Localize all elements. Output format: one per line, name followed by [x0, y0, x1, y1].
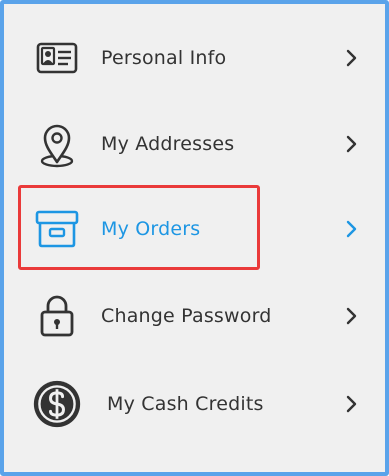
chevron-right-icon [344, 306, 360, 326]
menu-item-change-password[interactable]: Change Password [4, 278, 385, 354]
menu-item-my-cash-credits[interactable]: My Cash Credits [4, 366, 385, 442]
menu-item-my-addresses[interactable]: My Addresses [4, 106, 385, 182]
account-menu-frame: Personal Info My Addresses My Orders Cha… [0, 0, 389, 476]
menu-item-label: My Orders [101, 218, 201, 240]
id-card-icon [32, 33, 82, 83]
menu-item-label: My Addresses [101, 133, 235, 155]
chevron-right-icon [344, 219, 360, 239]
menu-item-my-orders[interactable]: My Orders [4, 191, 385, 267]
menu-item-personal-info[interactable]: Personal Info [4, 20, 385, 96]
dollar-coin-icon [32, 379, 82, 429]
chevron-right-icon [344, 48, 360, 68]
chevron-right-icon [344, 134, 360, 154]
account-menu: Personal Info My Addresses My Orders Cha… [4, 4, 385, 472]
padlock-icon [32, 291, 82, 341]
chevron-right-icon [344, 394, 360, 414]
menu-item-label: Change Password [101, 305, 272, 327]
order-box-icon [32, 204, 82, 254]
menu-item-label: My Cash Credits [107, 393, 264, 415]
location-pin-icon [32, 119, 82, 169]
menu-item-label: Personal Info [101, 47, 227, 69]
